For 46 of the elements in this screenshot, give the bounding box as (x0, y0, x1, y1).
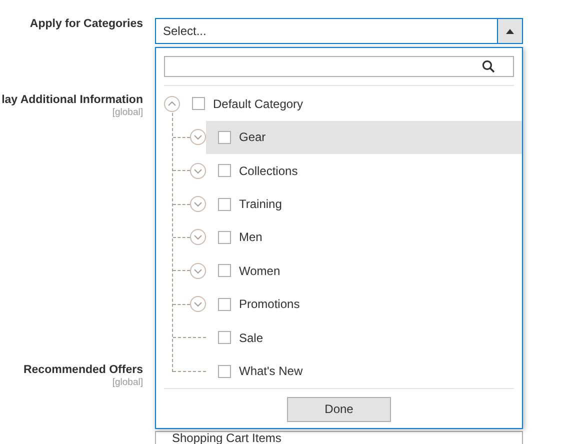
checkbox[interactable] (218, 230, 231, 244)
expander-icon[interactable] (164, 96, 180, 112)
done-button[interactable]: Done (287, 396, 391, 422)
expander-icon[interactable] (190, 129, 206, 146)
expander-icon[interactable] (190, 296, 206, 312)
tree-item-label: Gear (239, 130, 266, 144)
checkbox[interactable] (218, 130, 231, 144)
tree-item-label: Training (239, 197, 282, 212)
tree-item[interactable]: Training (206, 187, 522, 221)
expander-icon[interactable] (190, 162, 206, 179)
tree-item[interactable]: Gear (206, 120, 522, 154)
tree-item-label: Promotions (239, 297, 300, 312)
checkbox[interactable] (218, 164, 231, 178)
tree-item-label: Sale (239, 330, 264, 345)
scope-label: [global] (112, 377, 143, 388)
search-icon[interactable] (482, 60, 495, 74)
tree-item-label: Collections (239, 164, 298, 178)
field-label: Apply for Categories (30, 18, 143, 30)
checkbox[interactable] (218, 264, 231, 278)
checkbox[interactable] (192, 97, 205, 110)
tree-item[interactable]: What's New (206, 354, 522, 388)
checkbox[interactable] (218, 298, 231, 311)
scope-label: [global] (112, 107, 143, 118)
tree-item[interactable]: Sale (206, 320, 522, 354)
category-select[interactable]: Select... (155, 18, 523, 44)
checkbox[interactable] (218, 331, 231, 344)
search-field[interactable] (164, 56, 514, 78)
tree-item-label: Women (239, 264, 280, 278)
tree-item[interactable]: Default Category (180, 87, 522, 121)
select-value: Select... (162, 23, 208, 40)
tree-item[interactable]: Promotions (206, 288, 522, 321)
caret-up-icon (506, 28, 514, 34)
field-label: lay Additional Information (2, 94, 143, 106)
tree-item-label: What's New (239, 364, 303, 378)
expander-icon[interactable] (190, 262, 206, 279)
checkbox[interactable] (218, 198, 231, 211)
expander-icon[interactable] (190, 229, 206, 246)
dropdown-toggle[interactable] (497, 19, 522, 43)
tree-item-label: Default Category (213, 96, 304, 111)
checkbox[interactable] (218, 364, 231, 378)
expander-icon[interactable] (190, 196, 206, 212)
tree-item[interactable]: Collections (206, 154, 522, 188)
tree-item-label: Men (239, 230, 262, 244)
tree-item[interactable]: Men (206, 220, 522, 254)
field-label: Recommended Offers (23, 364, 143, 376)
tree-item[interactable]: Women (206, 254, 522, 288)
